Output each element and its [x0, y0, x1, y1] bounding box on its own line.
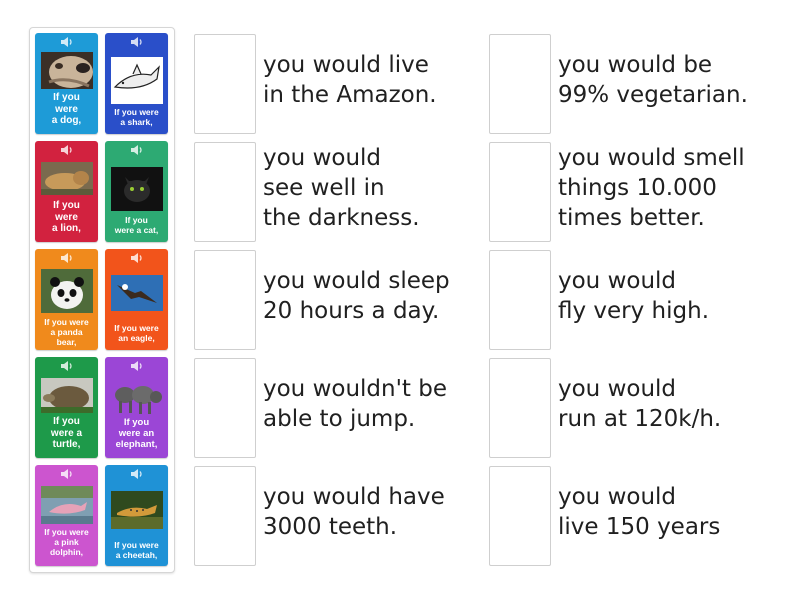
drop-slot[interactable]: [489, 466, 551, 566]
drop-slot[interactable]: [194, 358, 256, 458]
card-label: If you were an elephant,: [115, 417, 158, 450]
speaker-icon[interactable]: [35, 360, 98, 374]
card-panda[interactable]: If you were a panda bear,: [35, 249, 98, 350]
drop-slot[interactable]: [489, 34, 551, 134]
card-cheetah[interactable]: If you were a cheetah,: [105, 465, 168, 566]
card-label: If you were an eagle,: [114, 323, 159, 343]
cat-photo: [111, 167, 163, 211]
drop-slot[interactable]: [489, 250, 551, 350]
dolphin-photo: [41, 486, 93, 524]
card-dog[interactable]: If you were a dog,: [35, 33, 98, 134]
card-label: If you were a dog,: [51, 92, 82, 126]
speaker-icon[interactable]: [105, 468, 168, 482]
target-phrase: you would live in the Amazon.: [263, 52, 437, 108]
card-label: If you were a pink dolphin,: [44, 527, 89, 557]
speaker-icon[interactable]: [105, 144, 168, 158]
lion-photo: [41, 162, 93, 195]
speaker-icon[interactable]: [35, 36, 98, 50]
card-shark[interactable]: If you were a shark,: [105, 33, 168, 134]
speaker-icon[interactable]: [105, 360, 168, 374]
shark-drawing: [111, 57, 163, 104]
target-phrase: you would fly very high.: [558, 268, 710, 324]
eagle-photo: [111, 275, 163, 311]
drop-slot[interactable]: [489, 142, 551, 242]
drop-slot[interactable]: [194, 466, 256, 566]
drop-slot[interactable]: [194, 34, 256, 134]
card-turtle[interactable]: If you were a turtle,: [35, 357, 98, 458]
target-phrase: you would sleep 20 hours a day.: [263, 268, 450, 324]
target-phrase: you would live 150 years: [558, 484, 721, 540]
dog-photo: [41, 52, 93, 89]
card-label: If you were a shark,: [114, 107, 159, 127]
speaker-icon[interactable]: [35, 144, 98, 158]
card-cat[interactable]: If you were a cat,: [105, 141, 168, 242]
card-eagle[interactable]: If you were an eagle,: [105, 249, 168, 350]
target-phrase: you would see well in the darkness.: [263, 145, 420, 231]
elephant-photo: [111, 379, 163, 415]
card-pink-dolphin[interactable]: If you were a pink dolphin,: [35, 465, 98, 566]
speaker-icon[interactable]: [105, 252, 168, 266]
card-label: If you were a turtle,: [50, 416, 83, 450]
speaker-icon[interactable]: [35, 252, 98, 266]
drop-slot[interactable]: [194, 142, 256, 242]
target-phrase: you would smell things 10.000 times bett…: [558, 145, 745, 231]
card-lion[interactable]: If you were a lion,: [35, 141, 98, 242]
speaker-icon[interactable]: [105, 36, 168, 50]
speaker-icon[interactable]: [35, 468, 98, 482]
target-phrase: you would run at 120k/h.: [558, 376, 722, 432]
card-elephant[interactable]: If you were an elephant,: [105, 357, 168, 458]
drop-slot[interactable]: [194, 250, 256, 350]
target-phrase: you would be 99% vegetarian.: [558, 52, 748, 108]
drop-slot[interactable]: [489, 358, 551, 458]
card-label: If you were a cheetah,: [114, 540, 159, 560]
card-label: If you were a cat,: [114, 215, 159, 235]
card-label: If you were a lion,: [52, 200, 81, 234]
card-label: If you were a panda bear,: [44, 317, 89, 347]
target-phrase: you wouldn't be able to jump.: [263, 376, 447, 432]
turtle-photo: [41, 378, 93, 413]
cheetah-photo: [111, 491, 163, 529]
panda-photo: [41, 269, 93, 313]
target-phrase: you would have 3000 teeth.: [263, 484, 445, 540]
